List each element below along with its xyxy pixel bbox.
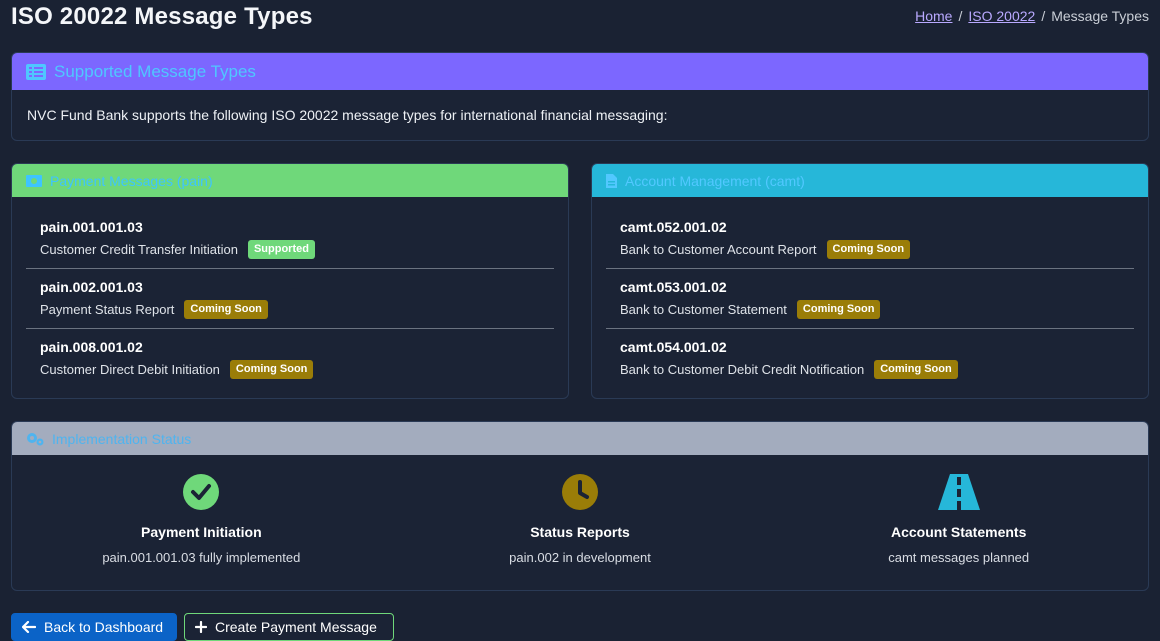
breadcrumb-separator: /	[1041, 8, 1046, 24]
message-name: Customer Direct Debit Initiation	[40, 362, 220, 377]
implementation-status-card: Implementation Status Payment Initiation…	[11, 421, 1149, 591]
list-item: pain.001.001.03 Customer Credit Transfer…	[26, 209, 554, 269]
implementation-title: Account Statements	[891, 524, 1027, 540]
status-badge: Supported	[247, 240, 315, 259]
implementation-title: Payment Initiation	[141, 524, 262, 540]
card-header: Implementation Status	[12, 422, 1148, 455]
implementation-title: Status Reports	[530, 524, 630, 540]
status-badge: Coming Soon	[874, 360, 958, 379]
money-bill-icon	[26, 174, 42, 187]
breadcrumb-current: Message Types	[1051, 8, 1149, 24]
status-badge: Coming Soon	[229, 360, 314, 379]
card-header: Account Management (camt)	[592, 164, 1148, 197]
message-code: camt.054.001.02	[620, 339, 727, 355]
breadcrumb-separator: /	[958, 8, 963, 24]
card-title: Implementation Status	[52, 430, 192, 447]
status-badge: Coming Soon	[796, 300, 881, 319]
card-title: Supported Message Types	[54, 61, 256, 81]
account-management-card: Account Management (camt) camt.052.001.0…	[591, 163, 1149, 399]
list-item: camt.052.001.02 Bank to Customer Account…	[606, 209, 1134, 269]
breadcrumb-home-link[interactable]: Home	[915, 8, 952, 24]
card-title: Payment Messages (pain)	[50, 172, 213, 189]
implementation-column-account: Account Statements camt messages planned	[769, 473, 1148, 565]
supported-message-types-card: Supported Message Types NVC Fund Bank su…	[11, 52, 1149, 141]
list-icon	[26, 63, 46, 80]
message-list: pain.001.001.03 Customer Credit Transfer…	[12, 197, 568, 388]
button-label: Back to Dashboard	[44, 619, 164, 635]
message-name: Payment Status Report	[40, 302, 175, 317]
implementation-subtitle: pain.001.001.03 fully implemented	[102, 550, 301, 565]
card-header: Payment Messages (pain)	[12, 164, 568, 197]
page-title: ISO 20022 Message Types	[11, 3, 313, 30]
status-badge: Coming Soon	[826, 240, 911, 259]
message-code: pain.001.001.03	[40, 219, 143, 235]
message-code: pain.008.001.02	[40, 339, 143, 355]
implementation-column-status: Status Reports pain.002 in development	[391, 473, 770, 565]
breadcrumb-iso20022-link[interactable]: ISO 20022	[968, 8, 1035, 24]
list-item: camt.053.001.02 Bank to Customer Stateme…	[606, 269, 1134, 329]
message-name: Bank to Customer Statement	[620, 302, 787, 317]
implementation-subtitle: camt messages planned	[888, 550, 1030, 565]
cogs-icon	[26, 432, 44, 446]
message-name: Bank to Customer Debit Credit Notificati…	[620, 362, 865, 377]
check-circle-icon	[12, 473, 391, 511]
card-header: Supported Message Types	[12, 53, 1148, 90]
card-description: NVC Fund Bank supports the following ISO…	[27, 107, 668, 123]
message-name: Bank to Customer Account Report	[620, 242, 817, 257]
implementation-subtitle: pain.002 in development	[509, 550, 651, 565]
payment-messages-card: Payment Messages (pain) pain.001.001.03 …	[11, 163, 569, 399]
message-code: pain.002.001.03	[40, 279, 143, 295]
road-icon	[769, 473, 1148, 511]
top-bar: ISO 20022 Message Types Home / ISO 20022 / M…	[0, 0, 1160, 36]
list-item: pain.008.001.02 Customer Direct Debit In…	[26, 329, 554, 388]
message-list: camt.052.001.02 Bank to Customer Account…	[592, 197, 1148, 388]
list-item: pain.002.001.03 Payment Status Report Com…	[26, 269, 554, 329]
implementation-column-payment: Payment Initiation pain.001.001.03 fully…	[12, 473, 391, 565]
message-code: camt.053.001.02	[620, 279, 727, 295]
list-item: camt.054.001.02 Bank to Customer Debit C…	[606, 329, 1134, 388]
message-name: Customer Credit Transfer Initiation	[40, 242, 238, 257]
message-code: camt.052.001.02	[620, 219, 727, 235]
breadcrumb: Home / ISO 20022 / Message Types	[915, 8, 1149, 24]
status-badge: Coming Soon	[184, 300, 268, 319]
arrow-left-icon	[22, 621, 36, 633]
plus-icon	[195, 621, 207, 633]
button-label: Create Payment Message	[215, 619, 377, 635]
clock-icon	[391, 473, 770, 511]
create-payment-message-button[interactable]: Create Payment Message	[184, 613, 394, 641]
back-to-dashboard-button[interactable]: Back to Dashboard	[11, 613, 177, 641]
file-icon	[606, 173, 617, 188]
card-title: Account Management (camt)	[625, 172, 805, 189]
